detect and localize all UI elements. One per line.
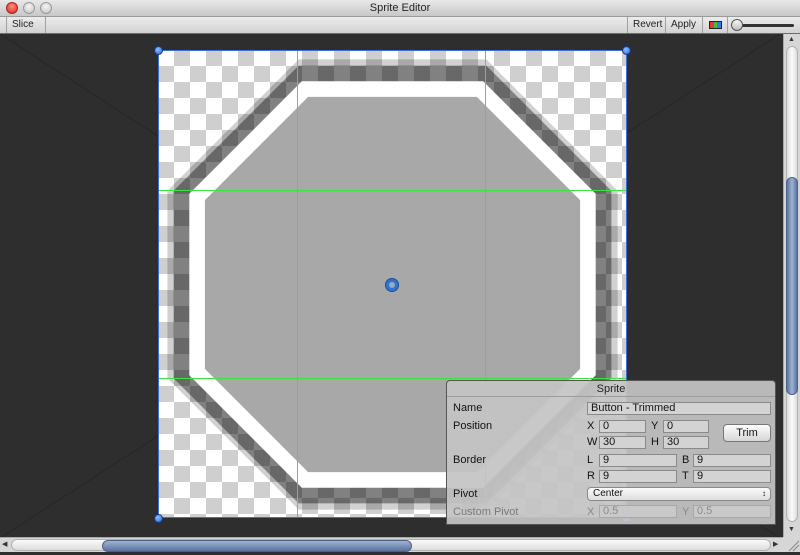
trim-button[interactable]: Trim: [723, 424, 771, 442]
pivot-handle[interactable]: [386, 279, 398, 291]
custom-pivot-label: Custom Pivot: [453, 506, 519, 518]
border-left-field[interactable]: 9: [599, 454, 677, 467]
revert-button[interactable]: Revert: [627, 17, 665, 33]
horizontal-scroll-thumb[interactable]: [102, 540, 412, 552]
rgb-channels-icon: [709, 21, 722, 29]
x-label: X: [587, 420, 595, 432]
border-guide-bottom[interactable]: [158, 378, 627, 379]
t-label: T: [682, 470, 689, 482]
custom-pivot-y-label: Y: [682, 506, 690, 518]
toolbar: Slice ↕ Revert Apply: [0, 17, 800, 45]
b-label: B: [682, 454, 690, 466]
scroll-right-arrow-icon[interactable]: ▶: [773, 541, 778, 549]
scroll-down-arrow-icon[interactable]: ▼: [788, 526, 795, 534]
slice-label: Slice: [12, 19, 34, 30]
zoom-slider[interactable]: [731, 19, 796, 31]
custom-pivot-x-label: X: [587, 506, 595, 518]
handle-bottom-left[interactable]: [154, 514, 163, 523]
height-field[interactable]: 30: [663, 436, 709, 449]
border-top-field[interactable]: 9: [693, 470, 771, 483]
horizontal-scroll-track[interactable]: [11, 539, 771, 552]
name-field[interactable]: Button - Trimmed: [587, 402, 771, 415]
border-right-field[interactable]: 9: [599, 470, 677, 483]
apply-button[interactable]: Apply: [665, 17, 702, 33]
updown-icon: ↕: [12, 36, 16, 45]
h-label: H: [651, 436, 659, 448]
title-bar: Sprite Editor: [0, 0, 800, 17]
handle-top-right[interactable]: [622, 46, 631, 55]
pivot-value: Center: [593, 488, 624, 499]
vertical-scroll-track[interactable]: [786, 46, 798, 522]
border-guide-left[interactable]: [297, 50, 298, 518]
border-guide-top[interactable]: [158, 190, 627, 191]
scroll-left-arrow-icon[interactable]: ◀: [2, 541, 7, 549]
vertical-scrollbar[interactable]: ▲ ▼: [783, 34, 800, 538]
y-label: Y: [651, 420, 659, 432]
scroll-up-arrow-icon[interactable]: ▲: [788, 36, 795, 44]
sprite-inspector-panel: Sprite Name Button - Trimmed Position X …: [446, 380, 776, 525]
pivot-label: Pivot: [453, 488, 478, 500]
border-label: Border: [453, 454, 487, 466]
custom-pivot-x-field: 0.5: [599, 505, 677, 518]
r-label: R: [587, 470, 595, 482]
position-x-field[interactable]: 0: [599, 420, 646, 433]
handle-top-left[interactable]: [154, 46, 163, 55]
width-field[interactable]: 30: [599, 436, 646, 449]
vertical-scroll-thumb[interactable]: [786, 177, 798, 395]
position-label: Position: [453, 420, 493, 432]
position-y-field[interactable]: 0: [663, 420, 709, 433]
window-title: Sprite Editor: [369, 2, 431, 14]
name-label: Name: [453, 402, 483, 414]
l-label: L: [587, 454, 594, 466]
zoom-slider-thumb[interactable]: [731, 19, 743, 31]
zoom-slider-track: [735, 24, 794, 27]
pivot-dropdown[interactable]: Center ↕: [587, 487, 771, 501]
panel-title: Sprite: [447, 383, 775, 397]
resize-grip-icon[interactable]: [783, 537, 800, 552]
w-label: W: [587, 436, 598, 448]
color-channel-toggle[interactable]: [702, 17, 728, 33]
custom-pivot-y-field: 0.5: [693, 505, 771, 518]
updown-icon: ↕: [762, 489, 766, 498]
slice-dropdown[interactable]: Slice ↕: [6, 17, 46, 45]
horizontal-scrollbar[interactable]: ◀ ▶: [0, 537, 783, 552]
border-bottom-field[interactable]: 9: [693, 454, 771, 467]
